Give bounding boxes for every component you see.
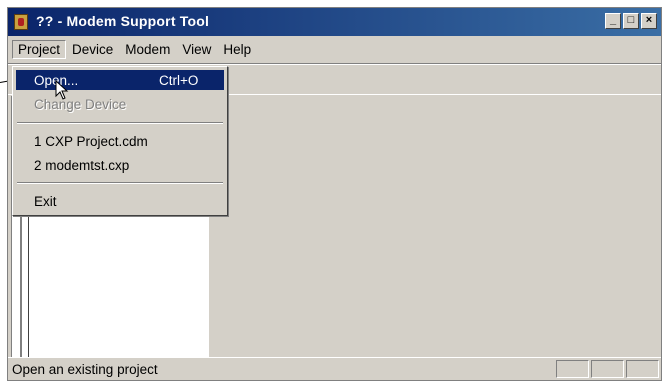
menu-separator bbox=[17, 122, 223, 124]
maximize-icon[interactable]: □ bbox=[623, 13, 639, 29]
menu-bar: Project Device Modem View Help bbox=[8, 38, 661, 60]
project-menu-dropdown: Open... Ctrl+O Change Device 1 CXP Proje… bbox=[12, 66, 228, 216]
status-text: Open an existing project bbox=[12, 362, 158, 377]
menu-item-change-device: Change Device bbox=[16, 94, 224, 114]
status-bar: Open an existing project bbox=[8, 357, 661, 380]
window-title: ?? - Modem Support Tool bbox=[36, 13, 210, 29]
menu-item-exit[interactable]: Exit bbox=[16, 191, 224, 211]
menu-item-label: 2 modemtst.cxp bbox=[34, 158, 130, 173]
status-panel bbox=[626, 360, 659, 378]
menu-view[interactable]: View bbox=[176, 40, 217, 59]
menu-item-label: Change Device bbox=[34, 97, 127, 112]
menu-item-label: 1 CXP Project.cdm bbox=[34, 134, 148, 149]
menu-item-recent-2[interactable]: 2 modemtst.cxp bbox=[16, 155, 224, 175]
menu-item-open[interactable]: Open... Ctrl+O bbox=[16, 70, 224, 90]
menu-device[interactable]: Device bbox=[66, 40, 119, 59]
title-bar[interactable]: ?? - Modem Support Tool _ □ × bbox=[8, 8, 661, 36]
menu-modem[interactable]: Modem bbox=[119, 40, 176, 59]
status-panel bbox=[556, 360, 589, 378]
menu-help[interactable]: Help bbox=[217, 40, 257, 59]
menu-item-recent-1[interactable]: 1 CXP Project.cdm bbox=[16, 131, 224, 151]
minimize-icon[interactable]: _ bbox=[605, 13, 621, 29]
menu-project[interactable]: Project bbox=[12, 39, 67, 59]
caption-buttons: _ □ × bbox=[605, 13, 657, 29]
menu-separator bbox=[17, 182, 223, 184]
close-icon[interactable]: × bbox=[641, 13, 657, 29]
status-panel bbox=[591, 360, 624, 378]
mouse-cursor-icon bbox=[55, 80, 69, 100]
menu-item-shortcut: Ctrl+O bbox=[159, 73, 199, 88]
app-icon[interactable] bbox=[14, 14, 28, 30]
menu-item-label: Exit bbox=[34, 194, 57, 209]
